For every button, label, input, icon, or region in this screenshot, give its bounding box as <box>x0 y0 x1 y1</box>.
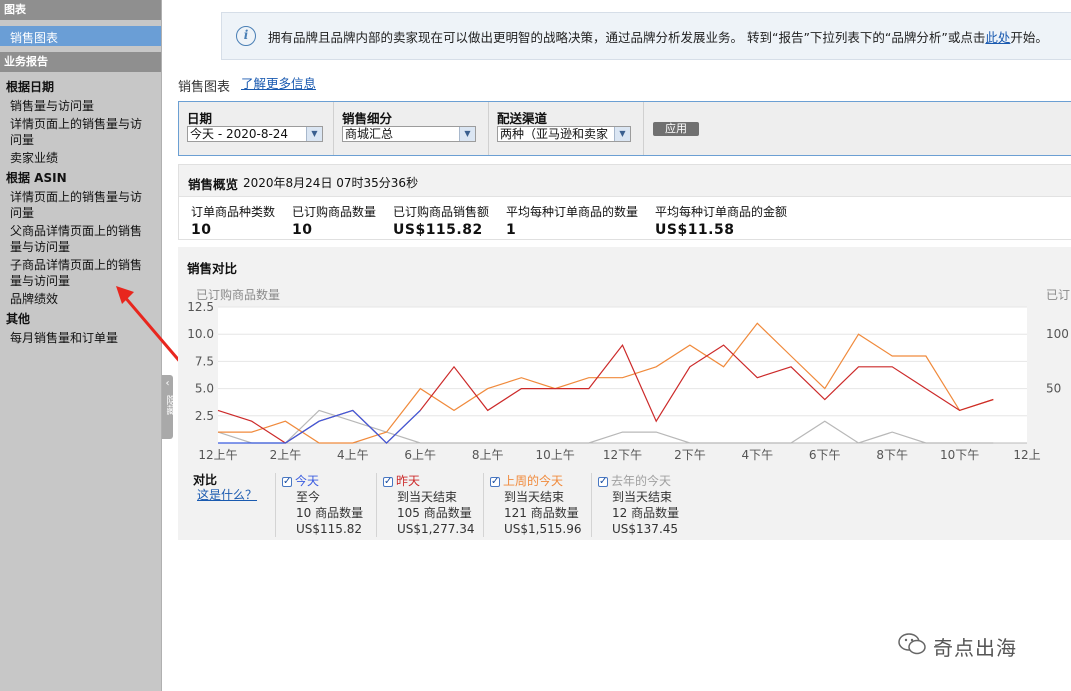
filter-bar: 日期 今天 - 2020-8-24 ▼ 销售细分 商城汇总 ▼ 配送渠道 两种（亚马… <box>178 101 1071 156</box>
watermark-text: 奇点出海 <box>933 636 1017 660</box>
sales-line-chart: 12.510.07.55.02.51501005012上午2上午4上午6上午8上… <box>187 300 1069 462</box>
apply-button[interactable]: 应用 <box>653 122 699 136</box>
legend-today[interactable]: 今天 至今 10 商品数量 US$115.82 <box>275 473 379 537</box>
x-tick-label: 8上午 <box>472 448 504 462</box>
summary-timestamp: 2020年8月24日 07时35分36秒 <box>243 176 419 190</box>
sidebar-item-sales-chart[interactable]: 销售图表 <box>0 26 161 46</box>
summary-header: 销售概览 2020年8月24日 07时35分36秒 <box>179 165 1071 197</box>
summary-title: 销售概览 <box>188 177 239 192</box>
date-filter: 日期 今天 - 2020-8-24 ▼ <box>179 102 334 155</box>
checkbox-yesterday[interactable] <box>383 474 393 490</box>
x-tick-label: 10下午 <box>940 448 979 462</box>
info-text: 拥有品牌且品牌内部的卖家现在可以做出更明智的战略决策，通过品牌分析发展业务。 转… <box>268 30 1048 45</box>
breakdown-filter: 销售细分 商城汇总 ▼ <box>334 102 489 155</box>
sidebar-section-business-reports: 业务报告 <box>0 52 161 72</box>
metric-ordered-sales: 已订购商品销售额 US$115.82 <box>393 205 490 238</box>
chart-legend: 对比 这是什么？ 今天 至今 10 商品数量 US$115.82 昨天 到当天结… <box>178 469 1071 539</box>
y-tick-label: 2.5 <box>195 409 214 423</box>
page-root: 图表 销售图表 业务报告 根据日期 销售量与访问量 详情页面上的销售量与访问量 … <box>0 0 1071 691</box>
collapse-label: 隐藏 <box>164 395 175 415</box>
sidebar-section-chart: 图表 <box>0 0 161 20</box>
legend-yesterday[interactable]: 昨天 到当天结束 105 商品数量 US$1,277.34 <box>376 473 484 537</box>
x-tick-label: 12上 <box>1013 448 1040 462</box>
date-select[interactable]: 今天 - 2020-8-24 ▼ <box>187 126 323 142</box>
legend-last-year[interactable]: 去年的今天 到当天结束 12 商品数量 US$137.45 <box>591 473 699 537</box>
x-tick-label: 2上午 <box>270 448 302 462</box>
chevron-left-icon: ‹ <box>165 378 170 389</box>
chevron-down-icon: ▼ <box>614 127 630 141</box>
metric-order-item-types: 订单商品种类数 10 <box>191 205 276 238</box>
sidebar-collapse-tab[interactable]: ‹ 隐藏 <box>162 375 175 439</box>
sidebar-group-by-asin: 根据 ASIN <box>6 171 67 185</box>
info-link[interactable]: 此处 <box>985 30 1010 45</box>
y-tick-label: 12.5 <box>187 300 214 314</box>
checkbox-last-year[interactable] <box>598 474 608 490</box>
sidebar-item-asin-detail-page[interactable]: 详情页面上的销售量与访问量 <box>0 188 161 222</box>
x-tick-label: 6上午 <box>404 448 436 462</box>
page-title: 销售图表 <box>178 80 231 95</box>
metric-avg-units: 平均每种订单商品的数量 1 <box>506 205 639 238</box>
sidebar-item-parent-detail-page[interactable]: 父商品详情页面上的销售量与访问量 <box>0 222 161 256</box>
sales-summary: 销售概览 2020年8月24日 07时35分36秒 订单商品种类数 10 已订购… <box>178 164 1071 240</box>
info-icon: i <box>236 26 256 46</box>
y-right-tick-label: 100 <box>1046 327 1069 341</box>
wechat-icon <box>898 633 926 655</box>
sidebar-item-detail-page-sales[interactable]: 详情页面上的销售量与访问量 <box>0 115 161 149</box>
y-tick-label: 7.5 <box>195 354 214 368</box>
sales-comparison: 销售对比 已订购商品数量 已订 12.510.07.55.02.51501005… <box>178 247 1071 540</box>
legend-help-link[interactable]: 这是什么？ <box>197 486 257 503</box>
x-tick-label: 4下午 <box>742 448 774 462</box>
learn-more-link[interactable]: 了解更多信息 <box>241 73 316 92</box>
sidebar-group-by-date: 根据日期 <box>6 80 55 94</box>
date-filter-label: 日期 <box>187 111 213 126</box>
breakdown-filter-label: 销售细分 <box>342 111 393 126</box>
channel-filter: 配送渠道 两种（亚马逊和卖家 ▼ <box>489 102 644 155</box>
breakdown-select[interactable]: 商城汇总 ▼ <box>342 126 476 142</box>
y-right-tick-label: 50 <box>1046 382 1061 396</box>
y-tick-label: 10.0 <box>187 327 214 341</box>
info-banner: i 拥有品牌且品牌内部的卖家现在可以做出更明智的战略决策，通过品牌分析发展业务。… <box>221 12 1071 60</box>
chevron-down-icon: ▼ <box>459 127 475 141</box>
x-tick-label: 2下午 <box>674 448 706 462</box>
checkbox-last-week[interactable] <box>490 474 500 490</box>
x-tick-label: 4上午 <box>337 448 369 462</box>
x-tick-label: 12下午 <box>603 448 642 462</box>
legend-last-week[interactable]: 上周的今天 到当天结束 121 商品数量 US$1,515.96 <box>483 473 591 537</box>
checkbox-today[interactable] <box>282 474 292 490</box>
metric-avg-sales: 平均每种订单商品的金额 US$11.58 <box>655 205 788 238</box>
sidebar-item-sales-traffic[interactable]: 销售量与访问量 <box>0 97 161 115</box>
metric-units-ordered: 已订购商品数量 10 <box>292 205 377 238</box>
channel-filter-label: 配送渠道 <box>497 111 548 126</box>
channel-select[interactable]: 两种（亚马逊和卖家 ▼ <box>497 126 631 142</box>
comparison-title: 销售对比 <box>187 261 238 276</box>
chevron-down-icon: ▼ <box>306 127 322 141</box>
x-tick-label: 10上午 <box>535 448 574 462</box>
x-tick-label: 8下午 <box>876 448 908 462</box>
x-tick-label: 6下午 <box>809 448 841 462</box>
sidebar-item-seller-performance[interactable]: 卖家业绩 <box>0 149 161 167</box>
y-tick-label: 5.0 <box>195 382 214 396</box>
x-tick-label: 12上午 <box>198 448 237 462</box>
